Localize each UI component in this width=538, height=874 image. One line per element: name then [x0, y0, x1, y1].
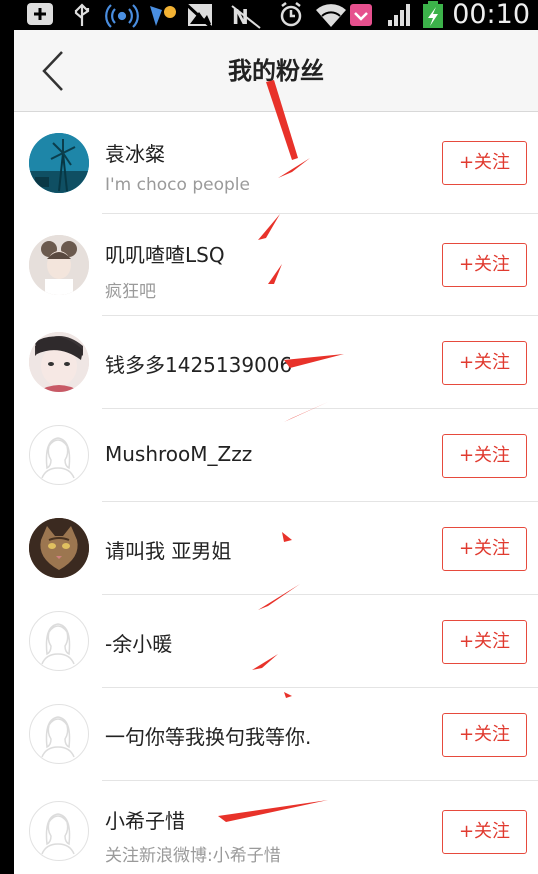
arrow-mark [278, 158, 310, 178]
arrow-mark [252, 654, 278, 670]
arrow-mark [258, 584, 300, 610]
arrow-mark [218, 800, 328, 822]
arrow-mark [258, 214, 280, 240]
arrow-mark [282, 532, 292, 542]
annotation-arrows [218, 80, 344, 822]
arrow-mark [284, 402, 328, 422]
arrow-mark [284, 354, 344, 368]
arrow-mark [268, 264, 282, 284]
arrow-mark [284, 692, 292, 698]
arrow-mark [266, 80, 298, 160]
